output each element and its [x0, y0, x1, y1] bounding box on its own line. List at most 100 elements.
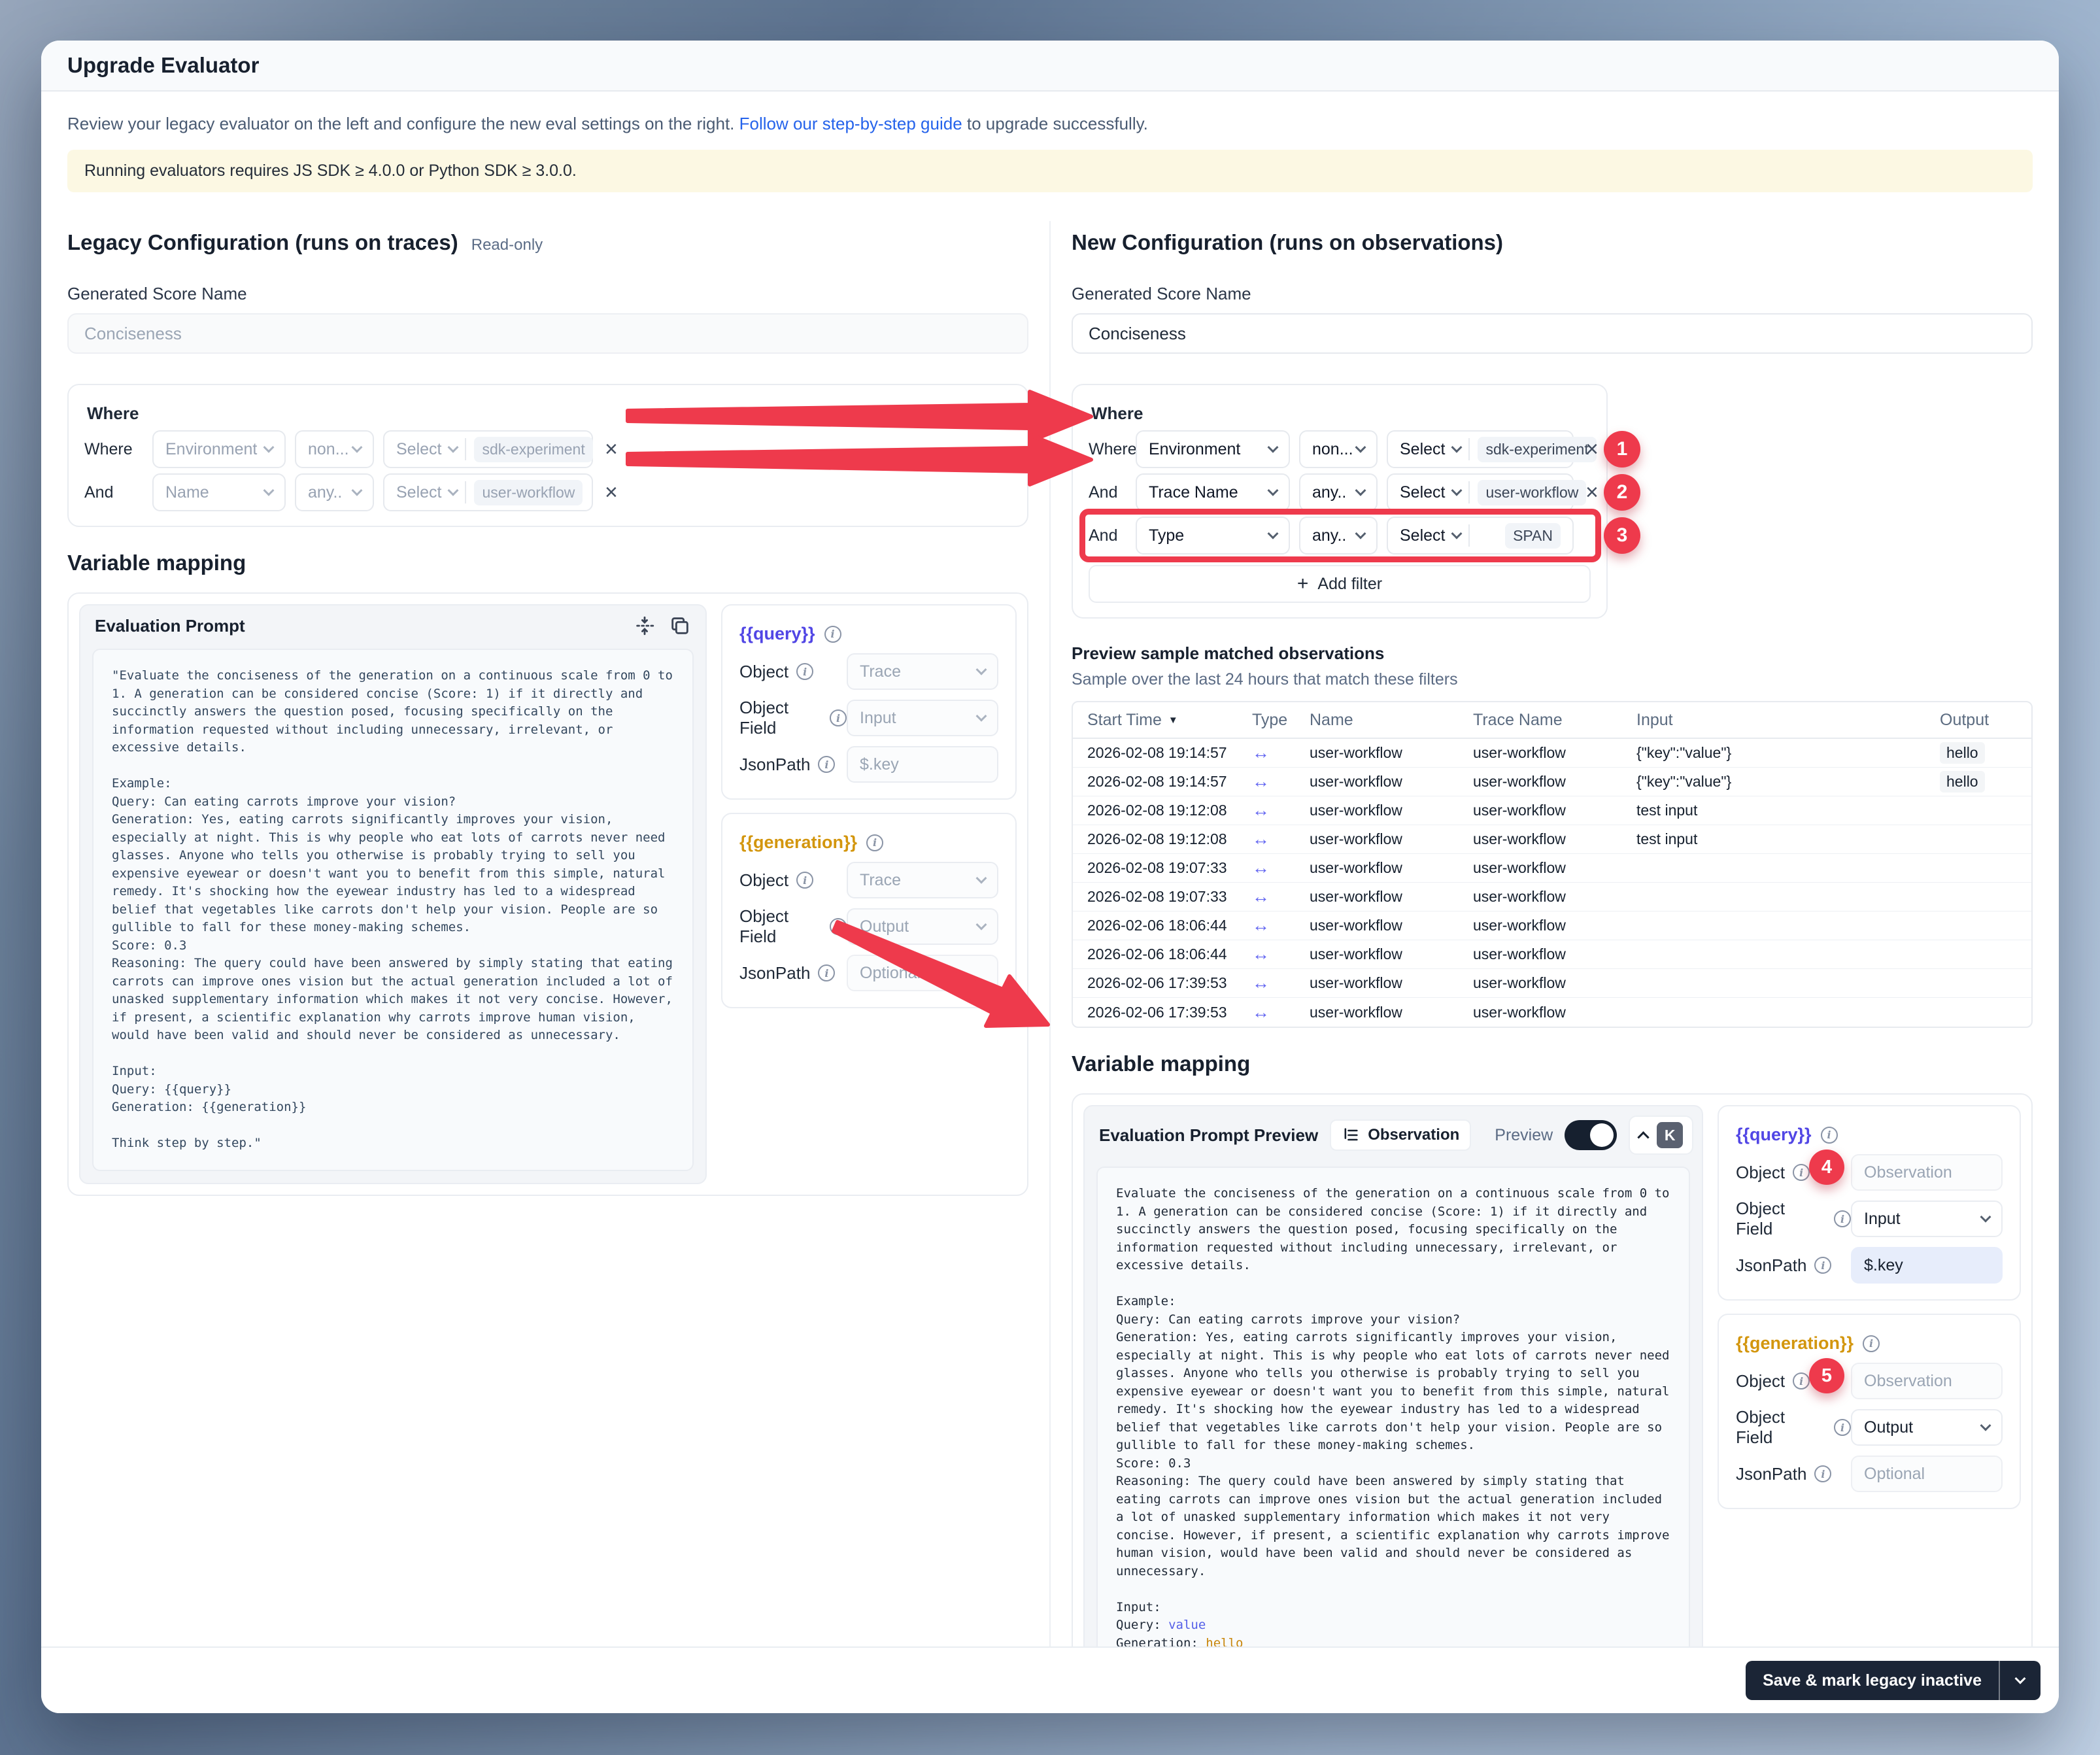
info-icon: i [1814, 1257, 1831, 1274]
chevron-down-icon [263, 485, 275, 496]
column-type[interactable]: Type [1252, 711, 1310, 730]
info-icon: i [1863, 1335, 1880, 1352]
legacy-generation-variable-card: {{generation}} i Objecti Trace Object Fi… [721, 813, 1017, 1008]
new-filter-row-3-highlighted: And Type any.. SelectSPAN 3 [1089, 517, 1591, 554]
save-and-mark-legacy-inactive-button[interactable]: Save & mark legacy inactive [1746, 1661, 1999, 1700]
filter-value-chip: user-workflow [1478, 480, 1586, 505]
table-row[interactable]: 2026-02-08 19:14:57↔user-workflowuser-wo… [1073, 739, 2031, 768]
filter-column-select[interactable]: Environment [152, 430, 286, 468]
filter-value-select[interactable]: Selectuser-workflow [1387, 473, 1574, 511]
annotation-badge-5: 5 [1809, 1358, 1844, 1393]
new-config-heading: New Configuration (runs on observations) [1072, 230, 1503, 255]
filter-value-select[interactable]: SelectSPAN [1387, 517, 1574, 554]
table-row[interactable]: 2026-02-06 18:06:44↔user-workflowuser-wo… [1073, 912, 2031, 940]
subtitle-text-after: to upgrade successfully. [962, 114, 1148, 133]
config-columns: Legacy Configuration (runs on traces) Re… [67, 221, 2033, 1646]
evaluation-prompt-preview-card: Evaluation Prompt Preview Observation Pr… [1083, 1105, 1703, 1646]
legacy-where-label: Where [87, 403, 1011, 424]
chevron-down-icon [976, 664, 987, 675]
table-row[interactable]: 2026-02-08 19:14:57↔user-workflowuser-wo… [1073, 768, 2031, 796]
new-generation-object-field-select[interactable]: Output [1851, 1409, 2003, 1446]
table-row[interactable]: 2026-02-08 19:07:33↔user-workflowuser-wo… [1073, 883, 2031, 912]
legacy-variable-mapping-card: Evaluation Prompt [67, 592, 1028, 1196]
info-icon: i [866, 834, 883, 851]
preview-text-part: Evaluate the conciseness of the generati… [1116, 1186, 1677, 1632]
query-variable-title: {{query}} [739, 624, 815, 644]
copy-icon[interactable] [669, 615, 691, 637]
generation-value-token: hello [1206, 1636, 1243, 1647]
filter-column-select[interactable]: Type [1136, 517, 1290, 554]
save-options-dropdown-button[interactable] [2000, 1661, 2041, 1700]
table-row[interactable]: 2026-02-06 18:06:44↔user-workflowuser-wo… [1073, 940, 2031, 969]
span-type-icon: ↔ [1252, 1002, 1310, 1023]
filter-select-label: Select [1400, 440, 1445, 459]
object-field-label: Object Field [1736, 1407, 1826, 1448]
column-trace-name[interactable]: Trace Name [1473, 711, 1636, 730]
filter-value-select[interactable]: Selectsdk-experiment [1387, 430, 1574, 468]
new-query-jsonpath-input[interactable]: $.key [1851, 1247, 2003, 1284]
legacy-generation-object-field-select: Output [847, 908, 998, 945]
filter-operator-value: any.. [1312, 483, 1346, 502]
filter-operator-select[interactable]: any.. [1299, 517, 1378, 554]
legacy-filter-row-1: Where Environment non... Selectsdk-exper… [84, 430, 1011, 468]
span-type-icon: ↔ [1252, 944, 1310, 964]
filter-operator-select[interactable]: non... [1299, 430, 1378, 468]
object-value: Observation [1864, 1372, 1952, 1391]
remove-filter-button[interactable]: × [602, 438, 620, 460]
new-score-name-input[interactable]: Conciseness [1072, 313, 2033, 354]
add-filter-button[interactable]: + Add filter [1089, 565, 1591, 603]
filter-value-select[interactable]: Selectsdk-experiment [383, 430, 593, 468]
filter-connector: Where [1089, 440, 1126, 459]
table-row[interactable]: 2026-02-06 17:39:53↔user-workflowuser-wo… [1073, 998, 2031, 1027]
new-generation-jsonpath-input[interactable]: Optional [1851, 1456, 2003, 1492]
filter-column-select[interactable]: Environment [1136, 430, 1290, 468]
jsonpath-label: JsonPath [1736, 1464, 1806, 1484]
step-by-step-guide-link[interactable]: Follow our step-by-step guide [739, 114, 962, 133]
table-row[interactable]: 2026-02-08 19:12:08↔user-workflowuser-wo… [1073, 796, 2031, 825]
new-variable-panels: {{query}} i 4 Objecti Observation Object… [1718, 1105, 2021, 1646]
previous-sample-button[interactable]: K [1629, 1116, 1693, 1155]
jsonpath-label: JsonPath [739, 963, 810, 983]
column-input[interactable]: Input [1636, 711, 1940, 730]
filter-value-select[interactable]: Selectuser-workflow [383, 473, 593, 511]
object-value: Trace [860, 662, 901, 681]
filter-operator-select[interactable]: any.. [1299, 473, 1378, 511]
remove-filter-button[interactable]: × [1583, 481, 1601, 503]
table-row[interactable]: 2026-02-08 19:07:33↔user-workflowuser-wo… [1073, 854, 2031, 883]
legacy-prompt-title: Evaluation Prompt [95, 616, 245, 636]
table-header-row: Start Time▼ Type Name Trace Name Input O… [1073, 702, 2031, 739]
collapse-vertical-icon[interactable] [634, 615, 656, 637]
table-row[interactable]: 2026-02-06 17:39:53↔user-workflowuser-wo… [1073, 969, 2031, 998]
legacy-heading: Legacy Configuration (runs on traces) [67, 230, 458, 255]
annotation-badge-4: 4 [1809, 1150, 1844, 1185]
new-filter-row-1: Where Environment non... Selectsdk-exper… [1089, 430, 1591, 468]
filter-select-label: Select [396, 440, 441, 459]
chevron-down-icon [352, 485, 363, 496]
filter-operator-select[interactable]: any.. [295, 473, 374, 511]
legacy-query-variable-card: {{query}} i Objecti Trace Object Fieldi … [721, 604, 1017, 800]
info-icon: i [1821, 1127, 1838, 1144]
filter-column-select[interactable]: Name [152, 473, 286, 511]
span-type-icon: ↔ [1252, 743, 1310, 763]
filter-column-select[interactable]: Trace Name [1136, 473, 1290, 511]
chevron-down-icon [1980, 1420, 1991, 1431]
filter-operator-select[interactable]: non... [295, 430, 374, 468]
span-type-icon: ↔ [1252, 829, 1310, 849]
table-row[interactable]: 2026-02-08 19:12:08↔user-workflowuser-wo… [1073, 825, 2031, 854]
new-query-object-field-select[interactable]: Input [1851, 1201, 2003, 1237]
column-output[interactable]: Output [1940, 711, 2017, 730]
chevron-down-icon [1451, 528, 1463, 539]
preview-card-title: Evaluation Prompt Preview [1099, 1125, 1318, 1146]
dialog-subtitle: Review your legacy evaluator on the left… [67, 114, 2033, 134]
preview-toggle[interactable] [1565, 1120, 1617, 1150]
filter-select-label: Select [1400, 483, 1445, 502]
remove-filter-button[interactable]: × [1583, 438, 1601, 460]
jsonpath-placeholder: Optional [860, 964, 921, 983]
column-name[interactable]: Name [1310, 711, 1473, 730]
observation-level-badge[interactable]: Observation [1330, 1119, 1471, 1151]
span-type-icon: ↔ [1252, 915, 1310, 936]
column-start-time[interactable]: Start Time▼ [1087, 711, 1252, 730]
new-configuration-column: New Configuration (runs on observations)… [1072, 221, 2033, 1646]
remove-filter-button[interactable]: × [602, 481, 620, 503]
annotation-badge-3: 3 [1604, 517, 1640, 554]
